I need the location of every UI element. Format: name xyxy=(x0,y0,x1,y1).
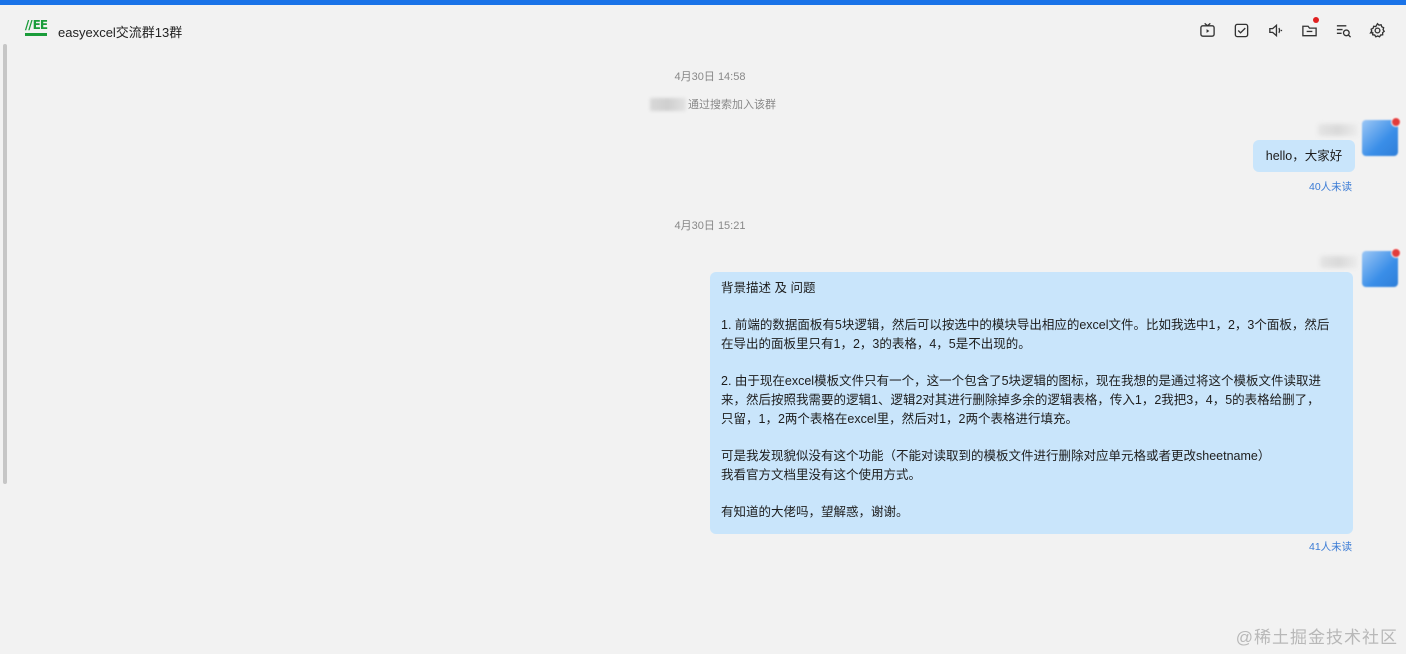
avatar-badge xyxy=(1391,117,1401,127)
avatar[interactable] xyxy=(1362,248,1401,287)
message-line: 在导出的面板里只有1，2，3的表格，4，5是不出现的。 xyxy=(721,337,1031,351)
message-bubble[interactable]: 背景描述 及 问题 1. 前端的数据面板有5块逻辑，然后可以按选中的模块导出相应的… xyxy=(710,272,1353,534)
message-line: 我看官方文档里没有这个使用方式。 xyxy=(721,468,922,482)
message-text: hello，大家好 xyxy=(1265,148,1343,163)
sender-name-blurred xyxy=(1320,256,1358,268)
message-line: 背景描述 及 问题 xyxy=(721,281,816,295)
message-line: 可是我发现貌似没有这个功能（不能对读取到的模板文件进行删除对应单元格或者更改sh… xyxy=(721,449,1271,463)
timestamp: 4月30日 15:21 xyxy=(674,220,746,232)
message-line: 来，然后按照我需要的逻辑1、逻辑2对其进行删除掉多余的逻辑表格，传入1，2我把3… xyxy=(721,393,1320,407)
avatar[interactable] xyxy=(1362,117,1401,156)
message-line: 1. 前端的数据面板有5块逻辑，然后可以按选中的模块导出相应的excel文件。比… xyxy=(721,318,1330,332)
message-bubble[interactable]: hello，大家好 xyxy=(1253,140,1355,172)
blurred-username xyxy=(650,97,686,111)
message-line: 2. 由于现在excel模板文件只有一个，这一个包含了5块逻辑的图标，现在我想的… xyxy=(721,374,1322,388)
system-message-text: 通过搜索加入该群 xyxy=(688,99,776,111)
avatar-badge xyxy=(1391,248,1401,258)
sender-name-blurred xyxy=(1318,124,1358,136)
unread-count[interactable]: 41人未读 xyxy=(1309,539,1352,554)
message-list: 4月30日 14:58 通过搜索加入该群 hello，大家好 40人未读 4月3… xyxy=(0,0,1406,654)
timestamp: 4月30日 14:58 xyxy=(674,71,746,83)
watermark: @稀土掘金技术社区 xyxy=(1235,628,1398,647)
message-line: 只留，1，2两个表格在excel里，然后对1，2两个表格进行填充。 xyxy=(721,412,1078,426)
system-message: 通过搜索加入该群 xyxy=(650,96,776,112)
message-line: 有知道的大佬吗，望解惑，谢谢。 xyxy=(721,505,909,519)
unread-count[interactable]: 40人未读 xyxy=(1309,179,1352,194)
